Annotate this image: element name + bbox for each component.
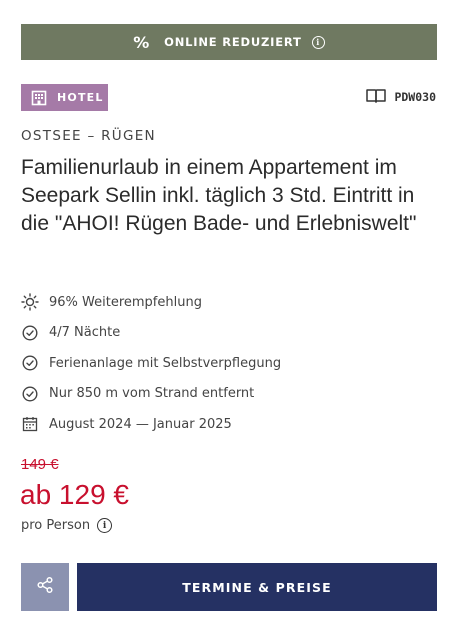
info-icon[interactable]: i bbox=[311, 35, 325, 49]
old-price: 149 € bbox=[21, 456, 59, 473]
percent-icon: % bbox=[133, 32, 151, 52]
per-person-label: pro Person i bbox=[21, 518, 113, 533]
offer-title[interactable]: Familienurlaub in einem Appartement im S… bbox=[21, 154, 441, 238]
banner-label: ONLINE REDUZIERT bbox=[164, 35, 302, 49]
share-icon bbox=[36, 576, 54, 598]
offer-code-label: PDW030 bbox=[394, 90, 436, 104]
check-circle-icon bbox=[21, 354, 39, 372]
share-button[interactable] bbox=[21, 563, 69, 611]
feature-text: Ferienanlage mit Selbstverpflegung bbox=[49, 355, 282, 371]
hotel-icon bbox=[31, 90, 47, 106]
feature-text: 96% Weiterempfehlung bbox=[49, 294, 202, 310]
feature-item: August 2024 — Januar 2025 bbox=[21, 409, 431, 440]
badge-label: HOTEL bbox=[57, 91, 104, 104]
feature-list: 96% Weiterempfehlung 4/7 Nächte Ferienan… bbox=[21, 287, 431, 440]
hotel-badge: HOTEL bbox=[21, 84, 108, 111]
online-reduced-banner: % ONLINE REDUZIERT i bbox=[21, 24, 437, 60]
book-icon bbox=[366, 88, 387, 106]
feature-item: Nur 850 m vom Strand entfernt bbox=[21, 379, 431, 410]
feature-text: Nur 850 m vom Strand entfernt bbox=[49, 386, 255, 402]
check-circle-icon bbox=[21, 324, 39, 342]
region-label: OSTSEE – RÜGEN bbox=[21, 128, 156, 144]
dates-prices-button[interactable]: TERMINE & PREISE bbox=[77, 563, 437, 611]
feature-text: 4/7 Nächte bbox=[49, 325, 121, 341]
calendar-icon bbox=[21, 415, 39, 433]
offer-code: PDW030 bbox=[366, 88, 436, 106]
feature-item: 4/7 Nächte bbox=[21, 318, 431, 349]
feature-item: 96% Weiterempfehlung bbox=[21, 287, 431, 318]
per-person-text: pro Person bbox=[21, 518, 91, 533]
current-price: ab 129 € bbox=[20, 479, 129, 510]
feature-text: August 2024 — Januar 2025 bbox=[49, 416, 232, 432]
info-icon[interactable]: i bbox=[97, 518, 113, 533]
sun-icon bbox=[21, 293, 39, 311]
feature-item: Ferienanlage mit Selbstverpflegung bbox=[21, 348, 431, 379]
check-circle-icon bbox=[21, 385, 39, 403]
